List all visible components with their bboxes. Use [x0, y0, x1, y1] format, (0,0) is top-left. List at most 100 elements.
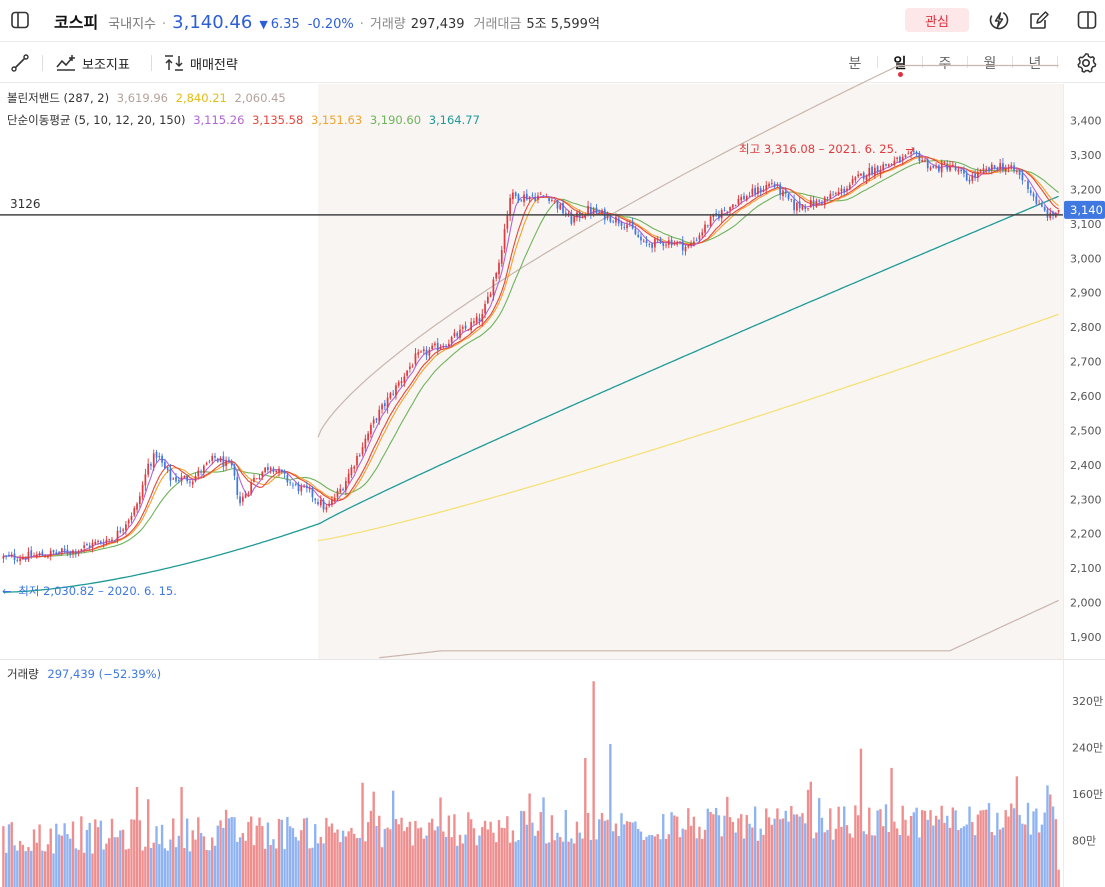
volume-bar[interactable] — [366, 822, 370, 887]
volume-bar[interactable] — [288, 826, 292, 887]
volume-bar[interactable] — [272, 839, 275, 887]
volume-bar[interactable] — [909, 816, 913, 887]
volume-bar[interactable] — [486, 829, 490, 887]
volume-bar[interactable] — [873, 835, 877, 887]
volume-bar[interactable] — [458, 834, 462, 887]
volume-bar[interactable] — [542, 797, 545, 887]
volume-bar[interactable] — [380, 847, 384, 887]
volume-bar[interactable] — [1007, 816, 1010, 887]
volume-bar[interactable] — [776, 808, 779, 887]
volume-bar[interactable] — [1046, 785, 1049, 887]
volume-bar[interactable] — [333, 832, 336, 887]
volume-bar[interactable] — [177, 835, 180, 887]
candle[interactable] — [230, 459, 233, 468]
volume-bar[interactable] — [726, 796, 729, 887]
volume-bar[interactable] — [213, 845, 217, 887]
volume-bar[interactable] — [414, 820, 417, 887]
volume-bar[interactable] — [895, 828, 899, 887]
volume-bar[interactable] — [553, 840, 556, 887]
volume-bar[interactable] — [444, 836, 448, 887]
volume-bar[interactable] — [38, 824, 41, 887]
volume-bar[interactable] — [937, 819, 941, 887]
volume-bar[interactable] — [197, 817, 200, 887]
volume-bar[interactable] — [678, 837, 682, 887]
volume-bar[interactable] — [43, 851, 47, 887]
volume-bar[interactable] — [525, 824, 529, 887]
volume-bar[interactable] — [185, 818, 189, 887]
volume-bar[interactable] — [194, 839, 197, 887]
volume-bar[interactable] — [364, 841, 367, 887]
volume-bar[interactable] — [372, 791, 375, 887]
volume-bar[interactable] — [567, 841, 570, 887]
volume-bar[interactable] — [174, 847, 178, 887]
volume-bar[interactable] — [66, 834, 69, 887]
volume-bar[interactable] — [589, 839, 593, 887]
candle[interactable] — [222, 451, 225, 471]
volume-bar[interactable] — [238, 837, 242, 887]
volume-bar[interactable] — [517, 839, 520, 887]
volume-bar[interactable] — [464, 834, 467, 887]
volume-bar[interactable] — [547, 842, 551, 887]
volume-bar[interactable] — [508, 842, 512, 887]
volume-bar[interactable] — [386, 827, 389, 887]
volume-bar[interactable] — [918, 837, 921, 887]
volume-bar[interactable] — [422, 838, 425, 887]
volume-bar[interactable] — [1049, 794, 1052, 887]
volume-bar[interactable] — [330, 823, 334, 887]
volume-bar[interactable] — [116, 837, 119, 887]
volume-bar[interactable] — [631, 822, 634, 887]
volume-bar[interactable] — [222, 827, 225, 887]
candle[interactable] — [241, 492, 244, 506]
candle[interactable] — [133, 505, 136, 517]
volume-bar[interactable] — [815, 832, 818, 887]
volume-bar[interactable] — [737, 818, 740, 887]
candle[interactable] — [208, 459, 211, 464]
volume-bar[interactable] — [383, 828, 387, 887]
volume-bar[interactable] — [325, 817, 328, 887]
volume-bar[interactable] — [41, 850, 44, 887]
volume-bar[interactable] — [244, 840, 247, 887]
volume-bar[interactable] — [795, 814, 799, 887]
volume-bar[interactable] — [770, 824, 774, 887]
candle[interactable] — [150, 462, 152, 470]
volume-bar[interactable] — [915, 807, 918, 887]
volume-bar[interactable] — [405, 827, 409, 887]
volume-bar[interactable] — [69, 838, 72, 887]
volume-bar[interactable] — [698, 826, 701, 887]
candle[interactable] — [158, 452, 161, 460]
volume-bar[interactable] — [662, 814, 665, 887]
volume-bar[interactable] — [701, 838, 704, 887]
volume-bar[interactable] — [820, 817, 824, 887]
volume-bar[interactable] — [291, 828, 295, 887]
volume-bar[interactable] — [645, 836, 648, 887]
volume-bar[interactable] — [1035, 808, 1038, 887]
volume-bar[interactable] — [592, 681, 595, 887]
volume-bar[interactable] — [233, 817, 236, 887]
volume-bar[interactable] — [887, 831, 890, 887]
volume-bar[interactable] — [843, 806, 846, 887]
volume-bar[interactable] — [586, 812, 590, 887]
candle[interactable] — [253, 474, 255, 483]
volume-bar[interactable] — [205, 849, 208, 887]
volume-bar[interactable] — [748, 823, 751, 887]
volume-bar[interactable] — [163, 848, 167, 887]
volume-bar[interactable] — [216, 825, 219, 887]
volume-bar[interactable] — [620, 813, 623, 887]
volume-bar[interactable] — [391, 790, 395, 887]
volume-bar[interactable] — [110, 818, 114, 887]
candle[interactable] — [172, 477, 175, 480]
volume-bar[interactable] — [762, 834, 765, 887]
volume-bar[interactable] — [425, 835, 428, 887]
volume-bar[interactable] — [105, 843, 108, 887]
volume-bar[interactable] — [823, 832, 826, 887]
candle[interactable] — [180, 472, 183, 486]
volume-bar[interactable] — [236, 841, 239, 887]
volume-bar[interactable] — [275, 848, 278, 887]
volume-bar[interactable] — [266, 822, 270, 887]
volume-bar[interactable] — [339, 842, 342, 887]
volume-bar[interactable] — [208, 850, 211, 887]
volume-bar[interactable] — [280, 819, 283, 887]
volume-bar[interactable] — [650, 835, 654, 887]
volume-bar[interactable] — [102, 849, 105, 887]
volume-bar[interactable] — [327, 826, 331, 887]
